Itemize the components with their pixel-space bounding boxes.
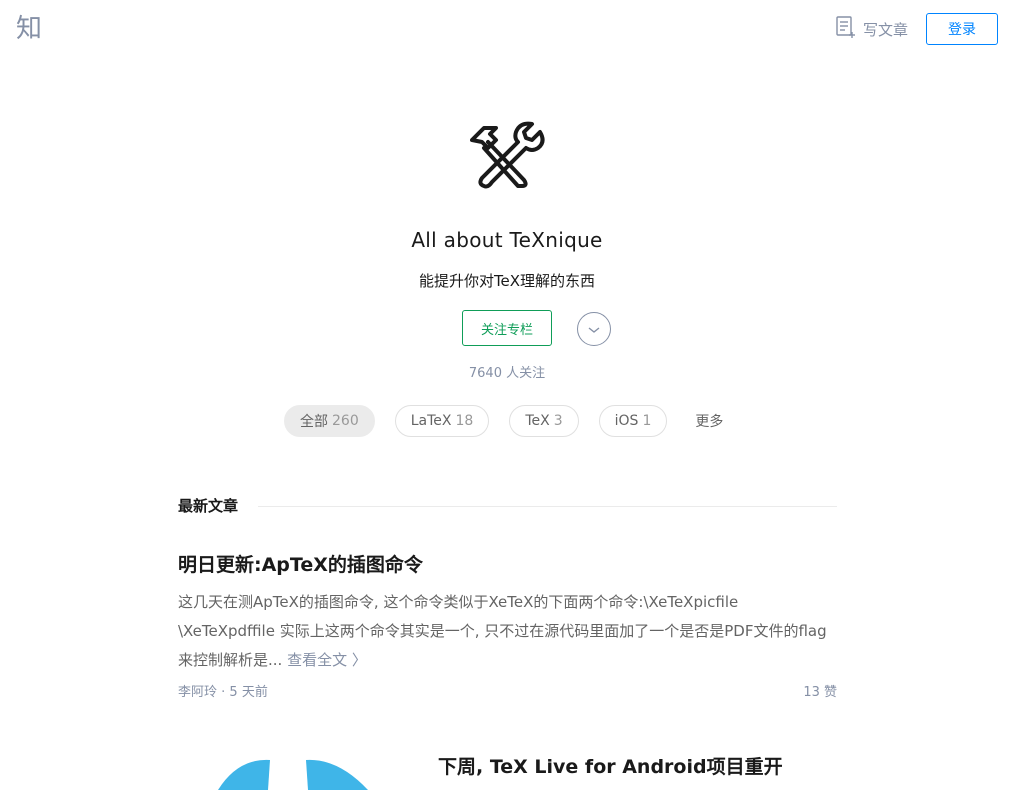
follow-column-button[interactable]: 关注专栏 — [462, 310, 552, 346]
post-author[interactable]: 李阿玲 — [178, 685, 217, 700]
tools-icon — [466, 120, 548, 192]
tag-all[interactable]: 全部 260 — [284, 405, 375, 437]
column-description: 能提升你对TeX理解的东西 — [418, 272, 596, 290]
tag-count: 3 — [553, 413, 563, 429]
chevron-down-icon — [587, 320, 601, 339]
tag-label: LaTeX — [410, 413, 452, 429]
tag-label: TeX — [525, 413, 550, 429]
tag-count: 1 — [642, 413, 652, 429]
post-title[interactable]: 下周, TeX Live for Android项目重开 — [438, 752, 783, 779]
read-more-link[interactable]: 查看全文 〉 — [287, 651, 367, 669]
login-button[interactable]: 登录 — [926, 13, 998, 45]
tag-filter-bar: 全部 260 LaTeX 18 TeX 3 iOS 1 更多 — [284, 405, 732, 437]
tag-label: iOS — [614, 413, 639, 429]
post-likes: 13 赞 — [803, 685, 837, 700]
post-meta: 李阿玲 · 5 天前 — [178, 681, 268, 700]
zhihu-logo[interactable]: 知 — [16, 13, 42, 45]
write-icon — [835, 15, 857, 43]
section-divider — [258, 506, 837, 507]
tag-more[interactable]: 更多 — [687, 405, 732, 437]
post-time: 5 天前 — [229, 685, 268, 700]
top-bar: 知 写文章 登录 — [0, 0, 1024, 60]
tag-count: 18 — [455, 413, 474, 429]
write-article-button[interactable]: 写文章 — [835, 15, 909, 43]
more-options-button[interactable] — [577, 312, 611, 346]
post-title[interactable]: 明日更新:ApTeX的插图命令 — [178, 550, 423, 577]
tag-tex[interactable]: TeX 3 — [509, 405, 579, 437]
tag-ios[interactable]: iOS 1 — [598, 405, 668, 437]
section-title: 最新文章 — [178, 497, 239, 515]
post-excerpt-text: 这几天在测ApTeX的插图命令, 这个命令类似于XeTeX的下面两个命令:\Xe… — [178, 593, 827, 669]
tag-count: 260 — [332, 413, 359, 429]
post-thumbnail[interactable] — [178, 750, 398, 790]
follower-count: 7640 人关注 — [468, 366, 546, 381]
tag-latex[interactable]: LaTeX 18 — [394, 405, 490, 437]
column-title: All about TeXnique — [411, 228, 603, 252]
post-excerpt: 这几天在测ApTeX的插图命令, 这个命令类似于XeTeX的下面两个命令:\Xe… — [178, 588, 838, 675]
tag-label: 全部 — [300, 414, 328, 430]
write-article-label: 写文章 — [863, 20, 909, 39]
tag-label: 更多 — [695, 414, 724, 430]
